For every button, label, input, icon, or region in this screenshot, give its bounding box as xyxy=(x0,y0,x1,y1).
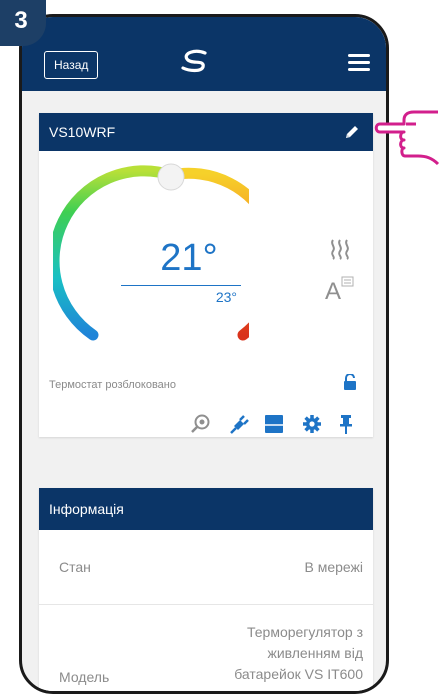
temperature-divider xyxy=(121,285,241,286)
info-row-model: Модель Терморегулятор з живленням від ба… xyxy=(39,605,373,691)
info-card: Інформація Стан В мережі Модель Терморег… xyxy=(39,488,373,691)
hamburger-menu-icon[interactable] xyxy=(348,54,370,71)
current-temperature: 21° xyxy=(160,237,218,279)
lock-status-text: Термостат розблоковано xyxy=(49,379,176,391)
info-label-model: Модель xyxy=(59,669,110,685)
info-card-header: Інформація xyxy=(39,488,373,530)
power-plug-icon[interactable] xyxy=(227,413,249,440)
phone-frame: Назад VS10WRF 21° 23° A Термостат розбло… xyxy=(19,14,389,694)
info-card-title: Інформація xyxy=(49,501,124,517)
unlocked-padlock-icon[interactable] xyxy=(343,373,357,395)
top-bar: Назад xyxy=(22,17,386,91)
device-name: VS10WRF xyxy=(49,124,116,140)
salus-logo-icon xyxy=(177,49,213,78)
pointing-hand-icon xyxy=(374,104,440,189)
pencil-icon[interactable] xyxy=(343,123,361,144)
thermostat-dial-area: 21° 23° A Термостат розблоковано xyxy=(39,151,373,434)
svg-text:A: A xyxy=(325,278,341,301)
info-row-status: Стан В мережі xyxy=(39,530,373,605)
model-line-1: Терморегулятор з xyxy=(246,624,363,640)
info-label-status: Стан xyxy=(59,559,91,575)
auto-mode-icon: A xyxy=(325,275,355,306)
device-action-icons xyxy=(39,413,373,439)
model-line-3: батарейок VS IT600 xyxy=(234,666,363,682)
device-card: VS10WRF 21° 23° A Термостат розблоковано xyxy=(39,113,373,437)
info-value-model: Терморегулятор з живленням від батарейок… xyxy=(234,622,363,685)
heat-waves-icon xyxy=(329,237,351,266)
device-card-header: VS10WRF xyxy=(39,113,373,151)
set-temperature: 23° xyxy=(215,289,237,305)
step-number-badge: 3 xyxy=(0,0,46,46)
back-button[interactable]: Назад xyxy=(44,51,99,79)
gear-icon[interactable] xyxy=(301,413,323,440)
pin-icon[interactable] xyxy=(337,413,355,440)
search-icon[interactable] xyxy=(189,413,211,440)
info-value-status: В мережі xyxy=(304,559,363,575)
schedule-icon[interactable] xyxy=(263,413,285,440)
